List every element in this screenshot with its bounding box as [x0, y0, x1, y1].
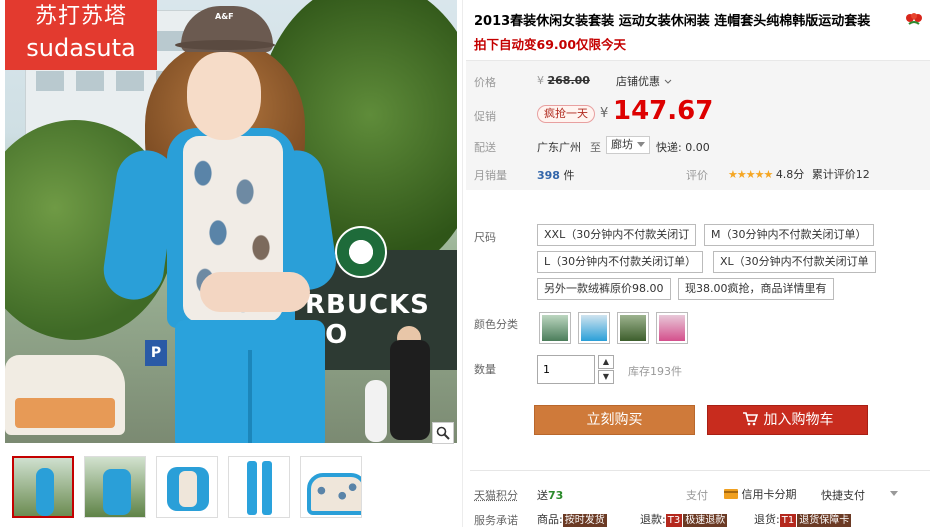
return-guarantee-tag: 退货保障卡: [797, 514, 851, 527]
brand-logo: 苏打苏塔 sudasuta: [5, 0, 157, 70]
refund-label: 退款:: [640, 513, 666, 526]
quick-pay[interactable]: 快捷支付: [821, 487, 865, 503]
service-label: 服务承诺: [474, 512, 518, 527]
pedestrian: [390, 340, 430, 440]
credit-card-icon: [724, 489, 738, 499]
rating-score: 4.8分: [776, 168, 805, 181]
size-option-l[interactable]: L（30分钟内不付款关闭订单）: [537, 251, 703, 273]
size-option-xl[interactable]: XL（30分钟内不付款关闭订单: [713, 251, 876, 273]
original-price-value: 268.00: [548, 74, 590, 87]
panel-divider: [462, 0, 463, 527]
credit-installment-label: 信用卡分期: [742, 488, 797, 501]
thumbnail-3[interactable]: [156, 456, 218, 518]
buy-now-button[interactable]: 立刻购买: [534, 405, 695, 435]
pedestrian: [365, 380, 387, 442]
on-time-delivery-tag: 按时发货: [563, 514, 607, 527]
service-refund[interactable]: 退款: T3 极速退款: [640, 511, 727, 527]
parking-sign: P: [145, 340, 167, 366]
return-label: 退货:: [754, 513, 780, 526]
thumbnail-1[interactable]: [12, 456, 74, 518]
flash-sale-badge: 疯抢一天: [537, 105, 595, 123]
rating-label: 评价: [686, 167, 708, 183]
currency-symbol: ¥: [537, 74, 544, 87]
add-to-cart-label: 加入购物车: [764, 412, 834, 428]
cart-icon: [742, 412, 758, 426]
pants-seam: [248, 350, 252, 443]
quantity-label: 数量: [474, 361, 496, 377]
size-label: 尺码: [474, 229, 496, 245]
refund-code-tag: T3: [666, 514, 682, 527]
credit-installment[interactable]: 信用卡分期: [724, 486, 797, 502]
ship-to-word: 至: [590, 139, 601, 155]
color-label: 颜色分类: [474, 316, 518, 332]
fast-refund-tag: 极速退款: [683, 514, 727, 527]
size-option-m[interactable]: M（30分钟内不付款关闭订单）: [704, 224, 874, 246]
color-swatch-4[interactable]: [656, 312, 688, 344]
dropdown-arrow-icon: [637, 142, 645, 148]
promo-label: 促销: [474, 108, 496, 124]
promo-text: 拍下自动变69.00仅限今天: [474, 34, 626, 53]
review-count: 累计评价12: [812, 168, 870, 181]
zoom-button[interactable]: [432, 422, 454, 444]
chevron-down-icon: [664, 79, 672, 85]
rating-stars: ★★★★★: [728, 168, 772, 181]
thumbnail-5[interactable]: [300, 456, 362, 518]
monthly-sales-label: 月销量: [474, 167, 507, 183]
footer-separator: [470, 470, 930, 471]
quantity-increase-button[interactable]: ▲: [598, 355, 614, 369]
thumbnail-2[interactable]: [84, 456, 146, 518]
monthly-sales-count: 398: [537, 169, 560, 182]
price-label: 价格: [474, 74, 496, 90]
thumbnail-strip: [12, 456, 362, 518]
model-hands: [200, 272, 310, 312]
rating-summary[interactable]: ★★★★★ 4.8分 累计评价12: [728, 166, 870, 182]
storefront-sign: RBUCKS CO: [305, 290, 457, 350]
promo-flower-icon: [905, 12, 923, 28]
store-discount-dropdown[interactable]: 店铺优惠: [616, 73, 672, 89]
color-swatch-2[interactable]: [578, 312, 610, 344]
cap-bill: [175, 40, 275, 50]
tmall-points-label[interactable]: 天猫积分: [474, 487, 518, 503]
tmall-points: 送73: [537, 487, 563, 503]
shipping-fee: 快递: 0.00: [656, 139, 710, 155]
car-door: [15, 398, 115, 428]
return-code-tag: T1: [780, 514, 796, 527]
shipping-label: 配送: [474, 139, 496, 155]
payment-label: 支付: [686, 487, 708, 503]
cap-badge: A&F: [215, 12, 234, 21]
service-goods[interactable]: 商品: 按时发货: [537, 511, 607, 527]
model-face: [187, 52, 261, 140]
promo-currency-symbol: ¥: [600, 106, 608, 121]
color-swatch-1[interactable]: [539, 312, 571, 344]
destination-value: 廊坊: [611, 138, 633, 151]
size-option-special-price[interactable]: 现38.00疯抢，商品详情里有: [678, 278, 834, 300]
store-discount-label: 店铺优惠: [616, 75, 660, 88]
original-price: ¥ 268.00: [537, 74, 590, 87]
goods-label: 商品:: [537, 513, 563, 526]
brand-name-en: sudasuta: [5, 34, 157, 62]
promo-price: 147.67: [613, 96, 713, 126]
color-swatch-3[interactable]: [617, 312, 649, 344]
size-option-fleece-pants[interactable]: 另外一款绒裤原价98.00: [537, 278, 671, 300]
stock-count: 库存193件: [628, 363, 682, 379]
add-to-cart-button[interactable]: 加入购物车: [707, 405, 868, 435]
store-logo: [335, 226, 387, 278]
service-return[interactable]: 退货: T1 退货保障卡: [754, 511, 851, 527]
magnifier-icon: [436, 426, 450, 440]
size-option-xxl[interactable]: XXL（30分钟内不付款关闭订: [537, 224, 696, 246]
monthly-sales-unit: 件: [563, 169, 574, 182]
destination-select[interactable]: 廊坊: [606, 136, 650, 154]
quantity-input[interactable]: [537, 355, 595, 384]
points-value: 73: [548, 489, 563, 502]
quantity-decrease-button[interactable]: ▼: [598, 370, 614, 384]
ship-from: 广东广州: [537, 139, 581, 155]
brand-name-cn: 苏打苏塔: [5, 0, 157, 34]
thumbnail-4[interactable]: [228, 456, 290, 518]
chevron-down-icon[interactable]: [890, 491, 898, 497]
product-title: 2013春装休闲女装套装 运动女装休闲装 连帽套头纯棉韩版运动套装: [474, 10, 904, 29]
points-prefix: 送: [537, 489, 548, 502]
monthly-sales: 398 件: [537, 167, 574, 183]
